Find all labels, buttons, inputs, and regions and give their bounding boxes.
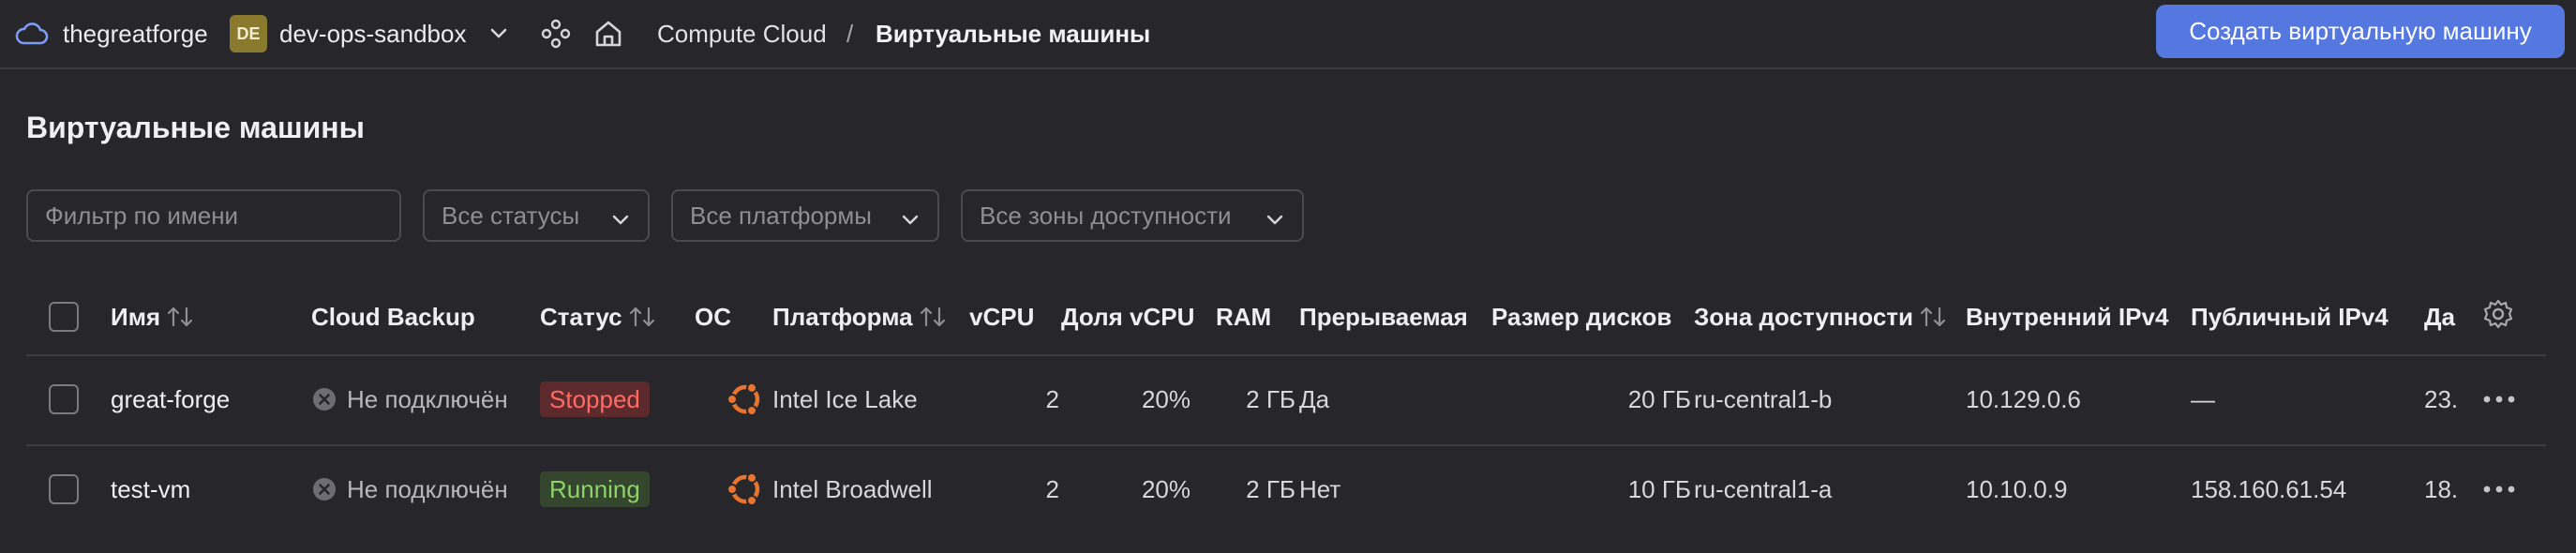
sort-icon[interactable]	[166, 305, 194, 329]
zone: ru-central1-a	[1694, 474, 1833, 503]
backup-status: Не подключён	[311, 446, 508, 532]
page-title: Виртуальные машины	[26, 111, 365, 144]
vm-name[interactable]: test-vm	[111, 446, 190, 532]
column-header-disk-size: Размер дисков	[1491, 302, 1672, 331]
create-vm-button[interactable]: Создать виртуальную машину	[2156, 5, 2565, 58]
public-ip: 158.160.61.54	[2191, 474, 2347, 503]
sort-icon[interactable]	[628, 305, 656, 329]
zone-filter-value: Все зоны доступности	[980, 201, 1232, 230]
preemptible: Да	[1299, 384, 1330, 413]
sort-icon[interactable]	[919, 305, 947, 329]
column-header-zone-label: Зона доступности	[1694, 302, 1914, 331]
column-header-os: ОС	[695, 302, 731, 331]
disk-size: 10 ГБ	[1627, 474, 1691, 503]
vcpu-share: 20%	[1141, 474, 1191, 503]
row-checkbox-cell	[49, 356, 79, 442]
column-header-zone[interactable]: Зона доступности	[1694, 287, 1947, 347]
sort-icon[interactable]	[1919, 305, 1947, 329]
status-cell: Running	[540, 446, 650, 532]
column-header-status-label: Статус	[540, 302, 622, 331]
status-cell: Stopped	[540, 356, 650, 442]
date: 18.	[2424, 474, 2459, 503]
platform-filter-select[interactable]: Все платформы	[671, 189, 939, 242]
vcpu: 2	[1045, 384, 1059, 413]
chevron-down-icon[interactable]	[487, 0, 511, 67]
backup-status-label: Не подключён	[347, 384, 508, 413]
column-header-ram: RAM	[1216, 302, 1272, 331]
ram: 2 ГБ	[1246, 474, 1295, 503]
column-header-status[interactable]: Статус	[540, 287, 656, 347]
row-checkbox[interactable]	[49, 474, 79, 504]
vcpu-share: 20%	[1141, 384, 1191, 413]
backup-status: Не подключён	[311, 356, 508, 442]
status-filter-value: Все статусы	[442, 201, 580, 230]
row-checkbox-cell	[49, 446, 79, 532]
home-icon[interactable]	[592, 0, 624, 67]
chevron-down-icon	[610, 207, 631, 236]
column-header-public-ip: Публичный IPv4	[2191, 302, 2389, 331]
column-header-vcpu-share: Доля vCPU	[1061, 302, 1195, 331]
platform-filter-value: Все платформы	[690, 201, 872, 230]
column-header-vcpu: vCPU	[969, 302, 1035, 331]
breadcrumb-separator: /	[846, 19, 854, 48]
ram: 2 ГБ	[1246, 384, 1295, 413]
column-header-backup: Cloud Backup	[311, 302, 475, 331]
org-name[interactable]: thegreatforge	[63, 0, 208, 67]
column-header-date: Да	[2424, 302, 2455, 331]
breadcrumb-current: Виртуальные машины	[876, 19, 1151, 48]
column-header-name-label: Имя	[111, 302, 161, 331]
more-actions-icon[interactable]	[2482, 356, 2516, 442]
top-bar: thegreatforge DE dev-ops-sandbox Compute…	[0, 0, 2576, 69]
row-checkbox[interactable]	[49, 384, 79, 414]
status-filter-select[interactable]: Все статусы	[423, 189, 650, 242]
folder-badge[interactable]: DE	[230, 15, 267, 52]
table-row[interactable]: great-forge Не подключён Stopped Intel I…	[26, 354, 2546, 442]
close-circle-icon	[311, 386, 337, 412]
date: 23.	[2424, 384, 2459, 413]
select-all-cell	[49, 287, 79, 347]
backup-status-label: Не подключён	[347, 474, 508, 503]
ubuntu-icon	[723, 446, 768, 532]
platform: Intel Broadwell	[772, 474, 933, 503]
close-circle-icon	[311, 476, 337, 502]
table-header: Имя Cloud Backup Статус ОС Платформа vCP…	[26, 287, 2546, 347]
services-icon[interactable]	[540, 0, 572, 67]
select-all-checkbox[interactable]	[49, 302, 79, 332]
disk-size: 20 ГБ	[1627, 384, 1691, 413]
status-badge: Stopped	[540, 381, 650, 417]
column-header-name[interactable]: Имя	[111, 287, 194, 347]
column-header-internal-ip: Внутренний IPv4	[1966, 302, 2169, 331]
internal-ip: 10.10.0.9	[1966, 474, 2068, 503]
public-ip: —	[2191, 384, 2215, 413]
name-filter[interactable]	[26, 189, 401, 242]
breadcrumb-service[interactable]: Compute Cloud	[657, 0, 827, 67]
name-filter-input[interactable]	[45, 201, 382, 231]
chevron-down-icon	[900, 207, 921, 236]
internal-ip: 10.129.0.6	[1966, 384, 2081, 413]
vcpu: 2	[1045, 474, 1059, 503]
platform: Intel Ice Lake	[772, 384, 918, 413]
zone: ru-central1-b	[1694, 384, 1833, 413]
zone-filter-select[interactable]: Все зоны доступности	[961, 189, 1304, 242]
ubuntu-icon	[723, 356, 768, 442]
folder-name[interactable]: dev-ops-sandbox	[279, 0, 466, 67]
cloud-icon[interactable]	[15, 0, 49, 67]
gear-icon[interactable]	[2482, 298, 2514, 336]
table-settings-cell	[2482, 287, 2514, 347]
table-row[interactable]: test-vm Не подключён Running Intel Broad…	[26, 444, 2546, 532]
vm-name[interactable]: great-forge	[111, 356, 230, 442]
column-header-preemptible: Прерываемая	[1299, 302, 1468, 331]
column-header-platform-label: Платформа	[772, 302, 913, 331]
status-badge: Running	[540, 471, 650, 507]
chevron-down-icon	[1265, 207, 1285, 236]
column-header-platform[interactable]: Платформа	[772, 287, 947, 347]
more-actions-icon[interactable]	[2482, 446, 2516, 532]
preemptible: Нет	[1299, 474, 1341, 503]
